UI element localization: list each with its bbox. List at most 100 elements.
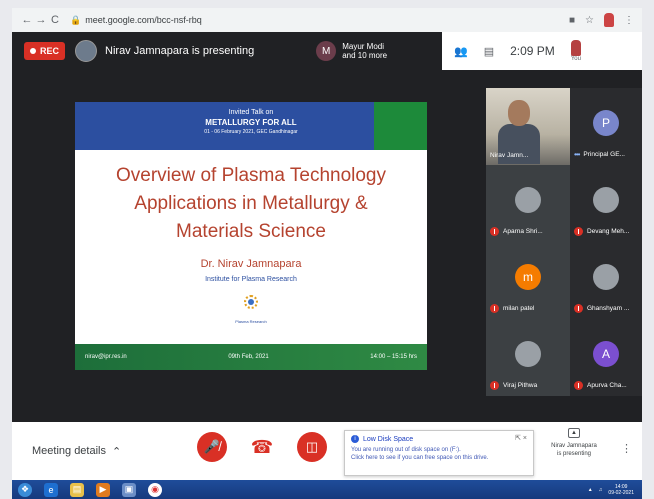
slide-title-line2: Applications in Metallurgy & <box>134 193 368 214</box>
participant-name: Nirav Jamn... <box>490 152 529 159</box>
browser-actions: ■ ☆ ⋮ <box>569 13 634 27</box>
system-tray: ▲ ♫ 14:09 09-02-2021 <box>588 484 634 496</box>
meeting-details-button[interactable]: Meeting details ⌃ <box>32 445 121 458</box>
notification-line1: You are running out of disk space on (F:… <box>351 447 461 453</box>
participant-tile[interactable]: Nirav Jamn... <box>486 88 570 165</box>
lock-icon: 🔒 <box>70 14 82 25</box>
menu-icon[interactable]: ⋮ <box>624 15 634 26</box>
camera-toggle-button[interactable]: ◫ <box>297 432 327 462</box>
mic-muted-icon <box>574 381 583 390</box>
mic-off-icon: 🎤̸ <box>203 439 221 454</box>
people-icon[interactable]: 👥 <box>454 45 468 58</box>
star-icon[interactable]: ☆ <box>585 15 594 26</box>
presenter-status[interactable]: ▲ Nirav Jamnapara is presenting <box>539 428 609 458</box>
leave-call-button[interactable]: ☎ <box>247 432 277 462</box>
presenter-status-line2: is presenting <box>556 451 592 457</box>
other-participants[interactable]: M Mayur Modi and 10 more <box>316 41 387 61</box>
other-participants-text: Mayur Modi and 10 more <box>342 42 387 60</box>
windows-taskbar: ❖ e ▤ ▶ ▣ ◉ ▲ ♫ 14:09 09-02-2021 <box>12 480 642 499</box>
taskbar-clock[interactable]: 14:09 09-02-2021 <box>608 484 634 496</box>
participant-name: Principal GE... <box>583 151 625 158</box>
participant-initial-avatar: M <box>316 41 337 61</box>
participant-name: Apurva Cha... <box>587 382 627 389</box>
notification-title-row: i Low Disk Space <box>351 435 527 443</box>
notification-body: You are running out of disk space on (F:… <box>351 446 527 462</box>
participant-label: Aparna Shri... <box>490 227 568 236</box>
microphone-toggle-button[interactable]: 🎤̸ <box>197 432 227 462</box>
slide-header: Invited Talk on METALLURGY FOR ALL 01 - … <box>75 102 427 150</box>
participant-label: ••• Principal GE... <box>574 150 640 159</box>
low-disk-space-notification[interactable]: i Low Disk Space ⇱ × You are running out… <box>344 430 534 476</box>
clock-time: 2:09 PM <box>510 44 555 58</box>
mic-muted-icon <box>490 381 499 390</box>
audio-activity-icon: ••• <box>574 150 580 159</box>
participant-tile[interactable]: A Apurva Cha... <box>570 319 642 396</box>
participant-label: milan patel <box>490 304 568 313</box>
folder-icon[interactable]: ▤ <box>70 482 84 497</box>
other-participant-name: Mayur Modi <box>342 42 384 51</box>
app-icon[interactable]: ▣ <box>122 482 136 497</box>
notification-title: Low Disk Space <box>363 435 414 443</box>
record-dot-icon <box>30 48 36 54</box>
participant-name: milan patel <box>503 305 535 312</box>
profile-avatar[interactable] <box>604 13 614 27</box>
notification-line2: Click here to see if you can free space … <box>351 455 489 461</box>
participant-tile[interactable]: Viraj Pithwa <box>486 319 570 396</box>
chrome-icon[interactable]: ◉ <box>148 482 162 497</box>
forward-icon[interactable]: → <box>34 14 48 26</box>
slide-title-line3: Materials Science <box>176 221 326 242</box>
back-icon[interactable]: ← <box>20 14 34 26</box>
chat-icon[interactable]: ▤ <box>484 45 494 58</box>
participant-avatar: A <box>593 341 619 367</box>
browser-toolbar: ← → C 🔒 meet.google.com/bcc-nsf-rbq ■ ☆ … <box>12 8 642 32</box>
participant-avatar <box>593 264 619 290</box>
address-bar[interactable]: 🔒 meet.google.com/bcc-nsf-rbq <box>70 15 202 26</box>
meet-top-bar: REC Nirav Jamnapara is presenting M Mayu… <box>12 32 642 70</box>
participant-avatar <box>515 341 541 367</box>
slide-footer-time: 14:00 – 15:15 hrs <box>370 354 417 360</box>
presenting-text: Nirav Jamnapara is presenting <box>105 45 255 57</box>
volume-icon[interactable]: ♫ <box>599 487 603 493</box>
slide-institute: Institute for Plasma Research <box>205 276 297 283</box>
participant-avatar: P <box>593 110 619 136</box>
mic-muted-icon <box>574 304 583 313</box>
close-icon[interactable]: ⇱ × <box>515 434 527 442</box>
slide-title: Overview of Plasma Technology Applicatio… <box>75 162 427 246</box>
taskbar-date: 09-02-2021 <box>608 489 634 496</box>
participant-tile[interactable]: Devang Meh... <box>570 165 642 242</box>
more-options-icon[interactable]: ⋮ <box>621 442 632 455</box>
mic-muted-icon <box>490 227 499 236</box>
logo-core <box>248 299 254 305</box>
recording-label: REC <box>40 46 60 56</box>
participant-tile[interactable]: Aparna Shri... <box>486 165 570 242</box>
presenter-status-line1: Nirav Jamnapara <box>551 443 597 449</box>
participant-avatar <box>593 187 619 213</box>
slide-footer: nirav@ipr.res.in 09th Feb, 2021 14:00 – … <box>75 344 427 370</box>
participant-tiles: Nirav Jamn... P ••• Principal GE... Aparna S… <box>486 88 642 398</box>
other-participant-count: and 10 more <box>342 51 388 60</box>
participant-tile[interactable]: P ••• Principal GE... <box>570 88 642 165</box>
reload-icon[interactable]: C <box>48 14 62 26</box>
self-view[interactable]: You <box>571 40 581 62</box>
camera-indicator-icon[interactable]: ■ <box>569 15 575 26</box>
meet-bottom-bar: Meeting details ⌃ 🎤̸ ☎ ◫ i Low Disk Spac… <box>12 422 642 480</box>
slide-header-line1: Invited Talk on <box>228 109 274 116</box>
participant-tile[interactable]: m milan patel <box>486 242 570 319</box>
participant-tile[interactable]: Ghanshyam ... <box>570 242 642 319</box>
ie-icon[interactable]: e <box>44 482 58 497</box>
participant-label: Viraj Pithwa <box>490 381 568 390</box>
mic-muted-icon <box>574 227 583 236</box>
recording-badge[interactable]: REC <box>24 42 66 60</box>
network-icon[interactable]: ▲ <box>588 487 593 493</box>
start-button[interactable]: ❖ <box>18 482 32 497</box>
participant-name: Devang Meh... <box>587 228 630 235</box>
participant-label: Devang Meh... <box>574 227 640 236</box>
mic-muted-icon <box>490 304 499 313</box>
main-stage: Invited Talk on METALLURGY FOR ALL 01 - … <box>12 70 642 422</box>
institute-logo <box>239 291 263 317</box>
info-icon: i <box>351 435 359 443</box>
participant-name: Viraj Pithwa <box>503 382 538 389</box>
media-player-icon[interactable]: ▶ <box>96 482 110 497</box>
participant-name: Aparna Shri... <box>503 228 543 235</box>
participant-avatar <box>515 187 541 213</box>
